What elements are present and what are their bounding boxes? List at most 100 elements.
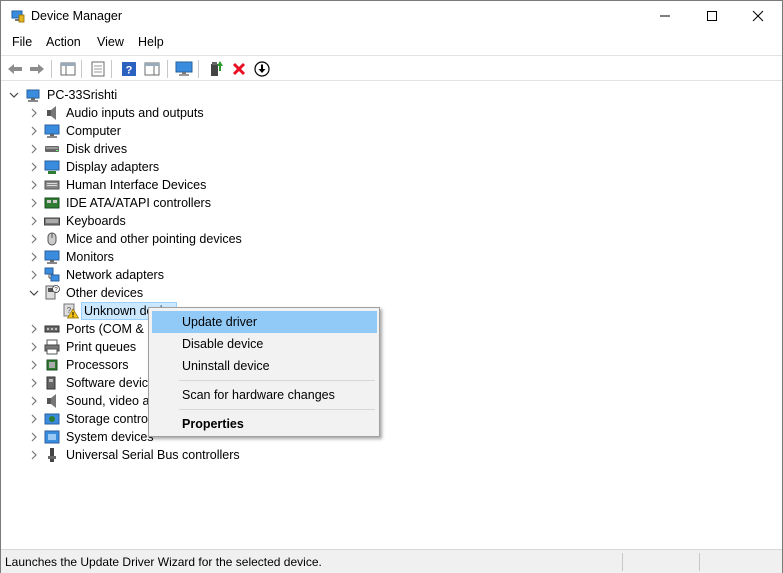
other-devices-icon: ?: [45, 285, 60, 300]
toolbar-separator: [81, 60, 82, 78]
monitor-icon: [44, 250, 60, 264]
tree-item-label: Mice and other pointing devices: [66, 232, 242, 246]
root-label: PC-33Srishti: [47, 88, 118, 102]
toolbar-separator: [111, 60, 112, 78]
uninstall-device-menu-item[interactable]: Uninstall device: [152, 355, 377, 377]
chevron-right-icon[interactable]: [29, 194, 39, 212]
menu-file[interactable]: File: [12, 35, 32, 49]
status-text: Launches the Update Driver Wizard for th…: [5, 555, 322, 569]
uninstall-toolbar-button[interactable]: [229, 59, 249, 79]
printer-icon: [44, 339, 60, 355]
keyboard-icon: [44, 217, 60, 226]
back-button[interactable]: [5, 59, 25, 79]
chevron-right-icon[interactable]: [29, 158, 39, 176]
tree-item-label: Software devices: [66, 376, 162, 390]
display-adapter-icon: [44, 160, 60, 174]
scan-download-icon: [254, 61, 270, 77]
update-driver-menu-item[interactable]: Update driver: [152, 311, 377, 333]
chevron-right-icon[interactable]: [29, 410, 39, 428]
uninstall-x-icon: [232, 62, 246, 76]
tree-item-label: Network adapters: [66, 268, 164, 282]
disk-drive-icon: [45, 146, 59, 152]
show-hide-console-tree-icon: [60, 62, 76, 76]
minimize-icon: [660, 15, 670, 17]
status-divider: [699, 553, 700, 571]
chevron-right-icon[interactable]: [29, 428, 39, 446]
monitor-button[interactable]: [174, 59, 194, 79]
tree-item-label: IDE ATA/ATAPI controllers: [66, 196, 211, 210]
minimize-button[interactable]: [642, 1, 688, 31]
tree-item-label: Universal Serial Bus controllers: [66, 448, 240, 462]
menu-action[interactable]: Action: [46, 35, 81, 49]
toolbar-separator: [198, 60, 199, 78]
context-menu: Update driver Disable device Uninstall d…: [148, 307, 380, 437]
chevron-down-icon[interactable]: [9, 86, 19, 104]
chevron-right-icon[interactable]: [29, 266, 39, 284]
system-device-icon: [44, 430, 60, 444]
properties-button[interactable]: [88, 59, 108, 79]
disable-device-menu-item[interactable]: Disable device: [152, 333, 377, 355]
processor-icon: [46, 359, 58, 371]
warning-device-icon: ?: [63, 303, 79, 319]
menu-view[interactable]: View: [97, 35, 124, 49]
help-button[interactable]: ?: [119, 59, 139, 79]
show-hide-tree-button[interactable]: [58, 59, 78, 79]
close-button[interactable]: [735, 1, 781, 31]
tree-item-label: Computer: [66, 124, 121, 138]
chevron-right-icon[interactable]: [29, 122, 39, 140]
scan-hardware-button[interactable]: [252, 59, 272, 79]
tree-item-label: Display adapters: [66, 160, 160, 174]
forward-button[interactable]: [27, 59, 47, 79]
chevron-right-icon[interactable]: [29, 338, 39, 356]
toolbar: ?: [1, 55, 782, 81]
toolbar-separator: [167, 60, 168, 78]
chevron-down-icon[interactable]: [29, 284, 39, 302]
close-icon: [752, 10, 764, 22]
chevron-right-icon[interactable]: [29, 248, 39, 266]
tree-item-label: Other devices: [66, 286, 144, 300]
properties-menu-item[interactable]: Properties: [152, 413, 377, 435]
scan-hardware-menu-item[interactable]: Scan for hardware changes: [152, 384, 377, 406]
update-driver-toolbar-button[interactable]: [206, 59, 226, 79]
title-bar: Device Manager: [1, 1, 782, 31]
software-device-icon: [46, 376, 56, 390]
context-menu-separator: [179, 380, 375, 381]
storage-controller-icon: [44, 413, 60, 425]
svg-text:?: ?: [126, 65, 133, 77]
mouse-icon: [47, 232, 57, 246]
ide-controller-icon: [44, 197, 60, 209]
network-adapter-icon: [44, 267, 60, 282]
device-manager-icon: [11, 10, 25, 23]
context-menu-separator: [179, 409, 375, 410]
tree-item-label: Processors: [66, 358, 129, 372]
device-tree: PC-33Srishti Audio inputs and outputs Com…: [1, 82, 782, 548]
properties-icon: [91, 61, 105, 77]
computer-root-icon: [26, 89, 40, 102]
usb-icon: [48, 448, 56, 462]
action-pane-button[interactable]: [142, 59, 162, 79]
chevron-right-icon[interactable]: [29, 374, 39, 392]
monitor-icon: [175, 61, 193, 76]
tree-item-label: Audio inputs and outputs: [66, 106, 204, 120]
hid-icon: [44, 180, 60, 190]
chevron-right-icon[interactable]: [29, 446, 39, 464]
chevron-right-icon[interactable]: [29, 140, 39, 158]
tree-item-label: Keyboards: [66, 214, 126, 228]
menu-help[interactable]: Help: [138, 35, 164, 49]
chevron-right-icon[interactable]: [29, 356, 39, 374]
chevron-right-icon[interactable]: [29, 230, 39, 248]
back-arrow-icon: [8, 64, 22, 74]
sound-icon: [47, 394, 56, 408]
chevron-right-icon[interactable]: [29, 392, 39, 410]
maximize-button[interactable]: [689, 1, 735, 31]
computer-icon: [44, 124, 60, 138]
tree-item-label: Disk drives: [66, 142, 128, 156]
chevron-right-icon[interactable]: [29, 176, 39, 194]
toolbar-separator: [51, 60, 52, 78]
chevron-right-icon[interactable]: [29, 212, 39, 230]
chevron-right-icon[interactable]: [29, 104, 39, 122]
action-pane-icon: [144, 62, 160, 76]
chevron-right-icon[interactable]: [29, 320, 39, 338]
tree-item-label: Monitors: [66, 250, 114, 264]
help-icon: ?: [122, 62, 136, 77]
